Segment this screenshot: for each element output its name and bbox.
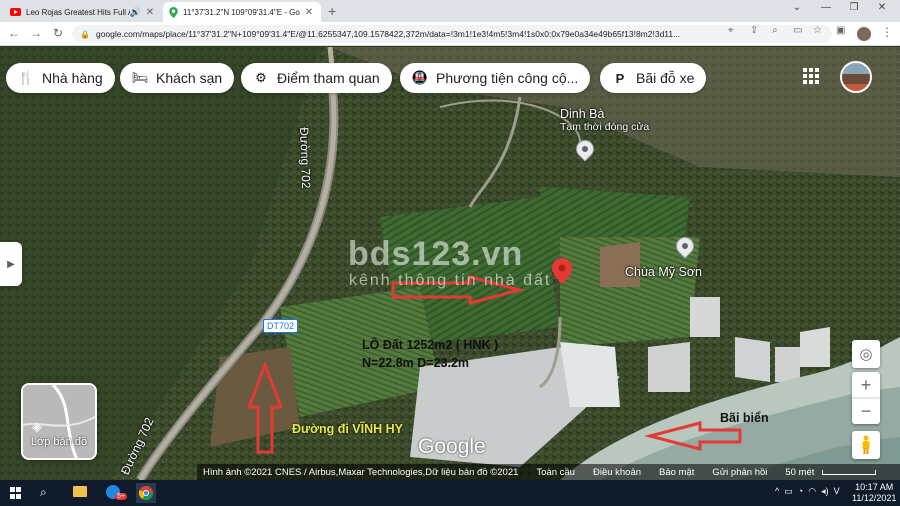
layers-label: Lớp bản đồ [30, 436, 88, 448]
notification-badge: 5+ [115, 493, 127, 500]
system-tray[interactable]: ^ ▭ ◔ ◠ ◂) V [775, 486, 840, 497]
bookmark-star-icon[interactable]: ☆ [813, 25, 822, 36]
tab-title: 11°37'31.2"N 109°09'31.4"E - Go [183, 7, 300, 17]
cast-icon[interactable]: ▭ [793, 25, 802, 36]
close-window-button[interactable]: ✕ [871, 2, 893, 13]
chip-transit[interactable]: 🚇 Phương tiện công cộ... [400, 63, 591, 93]
clock-time: 10:17 AM [855, 482, 894, 492]
tab-title: Leo Rojas Greatest Hits Full A [26, 7, 130, 17]
chip-label: Điểm tham quan [277, 70, 380, 86]
attribution-text: Hình ảnh ©2021 CNES / Airbus,Maxar Techn… [203, 466, 519, 478]
google-logo: Google [418, 435, 486, 458]
map-footer: Hình ảnh ©2021 CNES / Airbus,Maxar Techn… [197, 464, 900, 480]
chrome-icon [139, 486, 153, 500]
maximize-button[interactable]: ❐ [843, 2, 865, 13]
tab-search-icon[interactable]: ⌄ [786, 2, 808, 13]
zoom-icon[interactable]: ⌕ [772, 25, 778, 36]
chip-label: Nhà hàng [42, 70, 103, 86]
scale-label[interactable]: 50 mét [785, 467, 814, 478]
back-icon[interactable]: ← [6, 26, 22, 40]
close-tab-icon[interactable]: ✕ [144, 7, 156, 18]
place-status: Tạm thời đóng cửa [560, 121, 650, 133]
pegman-icon[interactable] [852, 431, 880, 459]
zoom-out-button[interactable]: − [852, 398, 880, 424]
parking-icon: P [615, 70, 625, 86]
location-icon[interactable]: ⌖ [728, 25, 734, 36]
privacy-link[interactable]: Bảo mật [659, 467, 694, 478]
road-badge: DT702 [263, 319, 299, 333]
account-avatar[interactable] [840, 61, 872, 93]
volume-icon[interactable]: ◂) [821, 486, 829, 496]
extension-icon[interactable]: ▣ [836, 25, 845, 36]
profile-avatar[interactable] [857, 27, 871, 41]
watermark-subtitle: kênh thông tin nhà đất [349, 272, 552, 289]
lot-annotation: LÔ Đất 1252m2 ( HNK ) [362, 338, 499, 352]
zoom-in-button[interactable]: + [852, 372, 880, 398]
chip-attractions[interactable]: ⚙ Điểm tham quan [241, 63, 392, 93]
chip-label: Khách sạn [156, 70, 223, 86]
reload-icon[interactable]: ↻ [50, 26, 66, 40]
windows-taskbar: ⌕ 5+ ^ ▭ ◔ ◠ ◂) V 10:17 AM 11/12/2021 [0, 480, 900, 506]
restaurant-icon: 🍴 [17, 70, 35, 85]
chip-label: Phương tiện công cộ... [436, 70, 579, 86]
google-apps-icon[interactable] [803, 68, 819, 84]
windows-start-icon[interactable] [10, 487, 22, 499]
lot-dimensions: N=22.8m D=23.2m [362, 356, 470, 370]
close-tab-icon[interactable]: ✕ [303, 7, 315, 18]
road-label: Đường 702 [297, 127, 314, 189]
google-maps-icon [169, 6, 178, 18]
satellite-map[interactable]: 🍴 Nhà hàng 🛏 Khách sạn ⚙ Điểm tham quan … [0, 47, 900, 480]
network-icon[interactable]: ◔ [798, 486, 803, 496]
expand-side-panel-button[interactable]: ▶ [0, 242, 22, 286]
global-link[interactable]: Toàn cầu [536, 467, 575, 478]
watermark-title: bds123.vn [348, 235, 524, 273]
file-explorer-icon[interactable] [73, 486, 87, 497]
chip-restaurants[interactable]: 🍴 Nhà hàng [6, 63, 115, 93]
layers-icon: ◈ [32, 419, 42, 434]
tab-google-maps[interactable]: 11°37'31.2"N 109°09'31.4"E - Go ✕ [163, 2, 321, 22]
browser-toolbar: ← → ↻ 🔒 google.com/maps/place/11°37'31.2… [0, 22, 900, 46]
search-icon[interactable]: ⌕ [40, 485, 47, 500]
hotel-icon: 🛏 [131, 70, 149, 85]
attraction-icon: ⚙ [255, 70, 267, 85]
battery-icon[interactable]: ▭ [784, 486, 793, 496]
scale-bar[interactable] [822, 469, 877, 475]
wifi-icon[interactable]: ◠ [808, 486, 816, 496]
address-bar[interactable]: 🔒 google.com/maps/place/11°37'31.2"N+109… [72, 25, 832, 43]
chip-hotels[interactable]: 🛏 Khách sạn [120, 63, 235, 93]
transit-icon: 🚇 [411, 70, 429, 85]
terms-link[interactable]: Điều khoản [593, 467, 641, 478]
place-name[interactable]: Dinh Bà [560, 107, 604, 121]
tab-youtube[interactable]: Leo Rojas Greatest Hits Full A 🔊 ✕ [4, 2, 162, 22]
chrome-taskbar-button[interactable] [136, 483, 156, 503]
road-annotation: Đường đi VĨNH HY [292, 422, 403, 436]
place-name[interactable]: Chùa Mỹ Sơn [625, 265, 702, 279]
clock-date: 11/12/2021 [852, 493, 897, 503]
taskbar-clock[interactable]: 10:17 AM 11/12/2021 [852, 482, 896, 504]
language-icon[interactable]: V [834, 486, 840, 496]
minimize-button[interactable]: — [815, 2, 837, 13]
my-location-button[interactable]: ◎ [852, 340, 880, 368]
share-icon[interactable]: ⇪ [750, 25, 758, 36]
chevron-up-icon[interactable]: ^ [775, 486, 779, 496]
chip-label: Bãi đỗ xe [636, 70, 695, 86]
beach-annotation: Bãi biển [720, 411, 769, 425]
youtube-icon [10, 8, 21, 16]
chip-parking[interactable]: P Bãi đỗ xe [600, 63, 707, 93]
new-tab-button[interactable]: + [328, 3, 336, 19]
speaker-icon: 🔊 [129, 6, 141, 17]
browser-tab-strip: Leo Rojas Greatest Hits Full A 🔊 ✕ 11°37… [0, 0, 900, 22]
layers-button[interactable]: ◈ Lớp bản đồ [21, 383, 97, 460]
menu-kebab-icon[interactable]: ⋮ [881, 25, 893, 39]
dropped-pin-icon[interactable] [552, 258, 572, 284]
lock-icon[interactable]: 🔒 [80, 30, 90, 39]
pegman-figure [862, 435, 870, 454]
forward-icon[interactable]: → [28, 26, 44, 40]
feedback-link[interactable]: Gửi phản hồi [712, 467, 767, 478]
url-text: google.com/maps/place/11°37'31.2"N+109°0… [95, 29, 681, 39]
